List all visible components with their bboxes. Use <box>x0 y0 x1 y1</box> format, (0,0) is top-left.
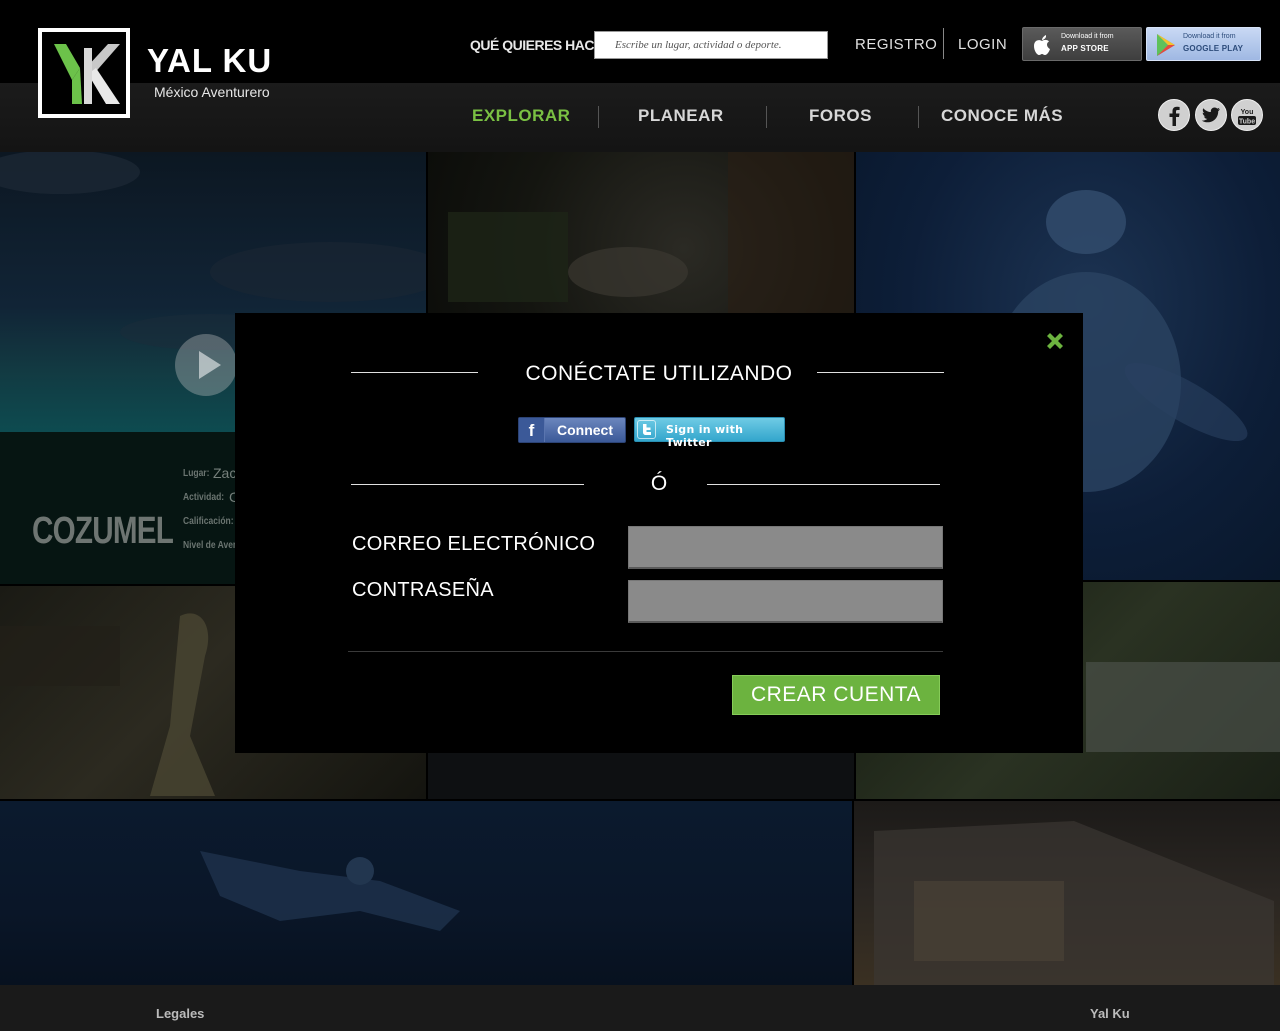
nav-foros[interactable]: FOROS <box>809 106 872 126</box>
info-label-lugar: Lugar: <box>183 468 210 479</box>
info-label-actividad: Actividad: <box>183 492 225 503</box>
yalku-logo-icon <box>54 44 120 104</box>
diver-photo <box>200 851 460 931</box>
header-divider <box>943 28 944 59</box>
twitter-icon <box>637 420 656 439</box>
or-separator: Ó <box>650 472 668 495</box>
password-label: CONTRASEÑA <box>352 579 494 601</box>
or-rule-right <box>707 484 940 485</box>
svg-text:You: You <box>1241 109 1254 116</box>
info-label-nivel: Nivel de Aven <box>183 540 239 551</box>
login-link[interactable]: LOGIN <box>958 36 1007 53</box>
facebook-icon[interactable] <box>1158 99 1190 131</box>
terrace-photo <box>448 152 854 313</box>
nav-explorar[interactable]: EXPLORAR <box>472 106 570 126</box>
google-play-icon <box>1157 34 1175 56</box>
app-store-button[interactable]: Download it from APP STORE <box>1022 27 1142 61</box>
login-modal: CONÉCTATE UTILIZANDO f Connect Sign in w… <box>235 313 1083 753</box>
google-play-small: Download it from <box>1183 33 1236 40</box>
nav-separator <box>766 106 767 128</box>
modal-divider <box>348 651 943 652</box>
youtube-icon[interactable]: You Tube <box>1231 99 1263 131</box>
tile-terrace[interactable] <box>428 152 854 313</box>
footer-legales-link[interactable]: Legales <box>156 1006 204 1021</box>
tile-building[interactable] <box>854 801 1280 985</box>
twitter-icon[interactable] <box>1195 99 1227 131</box>
footer-brand: Yal Ku <box>1090 1006 1130 1021</box>
facebook-icon: f <box>519 418 545 442</box>
nav-separator <box>598 106 599 128</box>
create-account-button[interactable]: CREAR CUENTA <box>732 675 940 715</box>
footer: Legales Yal Ku <box>0 985 1280 1031</box>
google-play-button[interactable]: Download it from GOOGLE PLAY <box>1146 27 1261 61</box>
brand-tagline: México Aventurero <box>154 84 270 100</box>
facebook-connect-label: Connect <box>557 422 613 438</box>
facebook-connect-button[interactable]: f Connect <box>518 417 626 443</box>
tile-scuba-diver[interactable] <box>0 801 852 985</box>
info-label-calificacion: Calificación: <box>183 516 234 527</box>
featured-title: COZUMEL <box>32 510 174 552</box>
title-rule-right <box>817 372 944 373</box>
email-label: CORREO ELECTRÓNICO <box>352 533 596 555</box>
modal-title: CONÉCTATE UTILIZANDO <box>525 362 793 385</box>
nav-separator <box>918 106 919 128</box>
search-input[interactable] <box>594 31 828 59</box>
info-value-lugar: Zac <box>213 465 237 481</box>
registro-link[interactable]: REGISTRO <box>855 36 937 53</box>
app-store-big: APP STORE <box>1061 44 1109 53</box>
svg-text:Tube: Tube <box>1239 119 1255 126</box>
close-icon[interactable] <box>1044 330 1066 352</box>
play-icon[interactable] <box>175 334 237 396</box>
twitter-signin-button[interactable]: Sign in with Twitter <box>634 417 785 449</box>
apple-icon <box>1034 35 1050 55</box>
email-field[interactable] <box>628 526 943 569</box>
logo[interactable] <box>38 28 130 118</box>
nav-conoce-mas[interactable]: CONOCE MÁS <box>941 106 1063 126</box>
app-store-small: Download it from <box>1061 33 1114 40</box>
nav-planear[interactable]: PLANEAR <box>638 106 724 126</box>
twitter-signin-label: Sign in with Twitter <box>666 423 744 449</box>
brand-name: YAL KU <box>147 42 273 79</box>
password-field[interactable] <box>628 580 943 623</box>
google-play-big: GOOGLE PLAY <box>1183 44 1244 53</box>
building-photo <box>874 821 1274 985</box>
